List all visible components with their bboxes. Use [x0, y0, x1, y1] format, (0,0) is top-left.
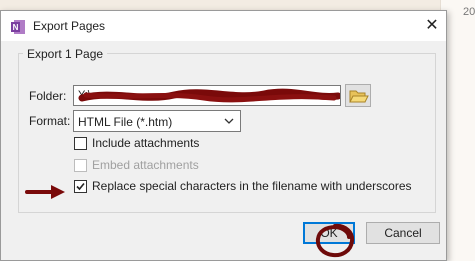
folder-input[interactable]: Y:\ [73, 85, 341, 106]
background-date: 20 [463, 6, 475, 18]
browse-folder-button[interactable] [345, 84, 371, 107]
chevron-down-icon [224, 118, 234, 124]
include-attachments-checkbox[interactable] [74, 137, 87, 150]
folder-icon [349, 90, 369, 103]
close-button[interactable]: ✕ [420, 14, 444, 38]
annotation-circle [315, 223, 355, 258]
svg-text:N: N [13, 23, 19, 32]
include-attachments-label: Include attachments [92, 136, 200, 150]
dialog-title: Export Pages [33, 19, 106, 33]
format-value: HTML File (*.htm) [78, 115, 173, 129]
format-select[interactable]: HTML File (*.htm) [73, 110, 241, 132]
annotation-arrow [25, 185, 65, 199]
redaction-scribble [78, 88, 340, 103]
cancel-button[interactable]: Cancel [366, 222, 440, 244]
checkmark-icon [76, 182, 85, 191]
close-icon: ✕ [425, 17, 439, 34]
export-pages-dialog: N Export Pages ✕ Export 1 Page Folder: Y… [0, 10, 447, 261]
format-label: Format: [29, 114, 71, 128]
title-bar: N Export Pages ✕ [1, 11, 446, 41]
embed-attachments-checkbox[interactable] [74, 159, 87, 172]
folder-label: Folder: [29, 89, 67, 103]
embed-attachments-label: Embed attachments [92, 158, 199, 172]
replace-special-characters-label: Replace special characters in the filena… [92, 179, 412, 193]
replace-special-characters-checkbox[interactable] [74, 180, 87, 193]
group-title: Export 1 Page [23, 47, 108, 61]
onenote-icon: N [11, 20, 25, 34]
